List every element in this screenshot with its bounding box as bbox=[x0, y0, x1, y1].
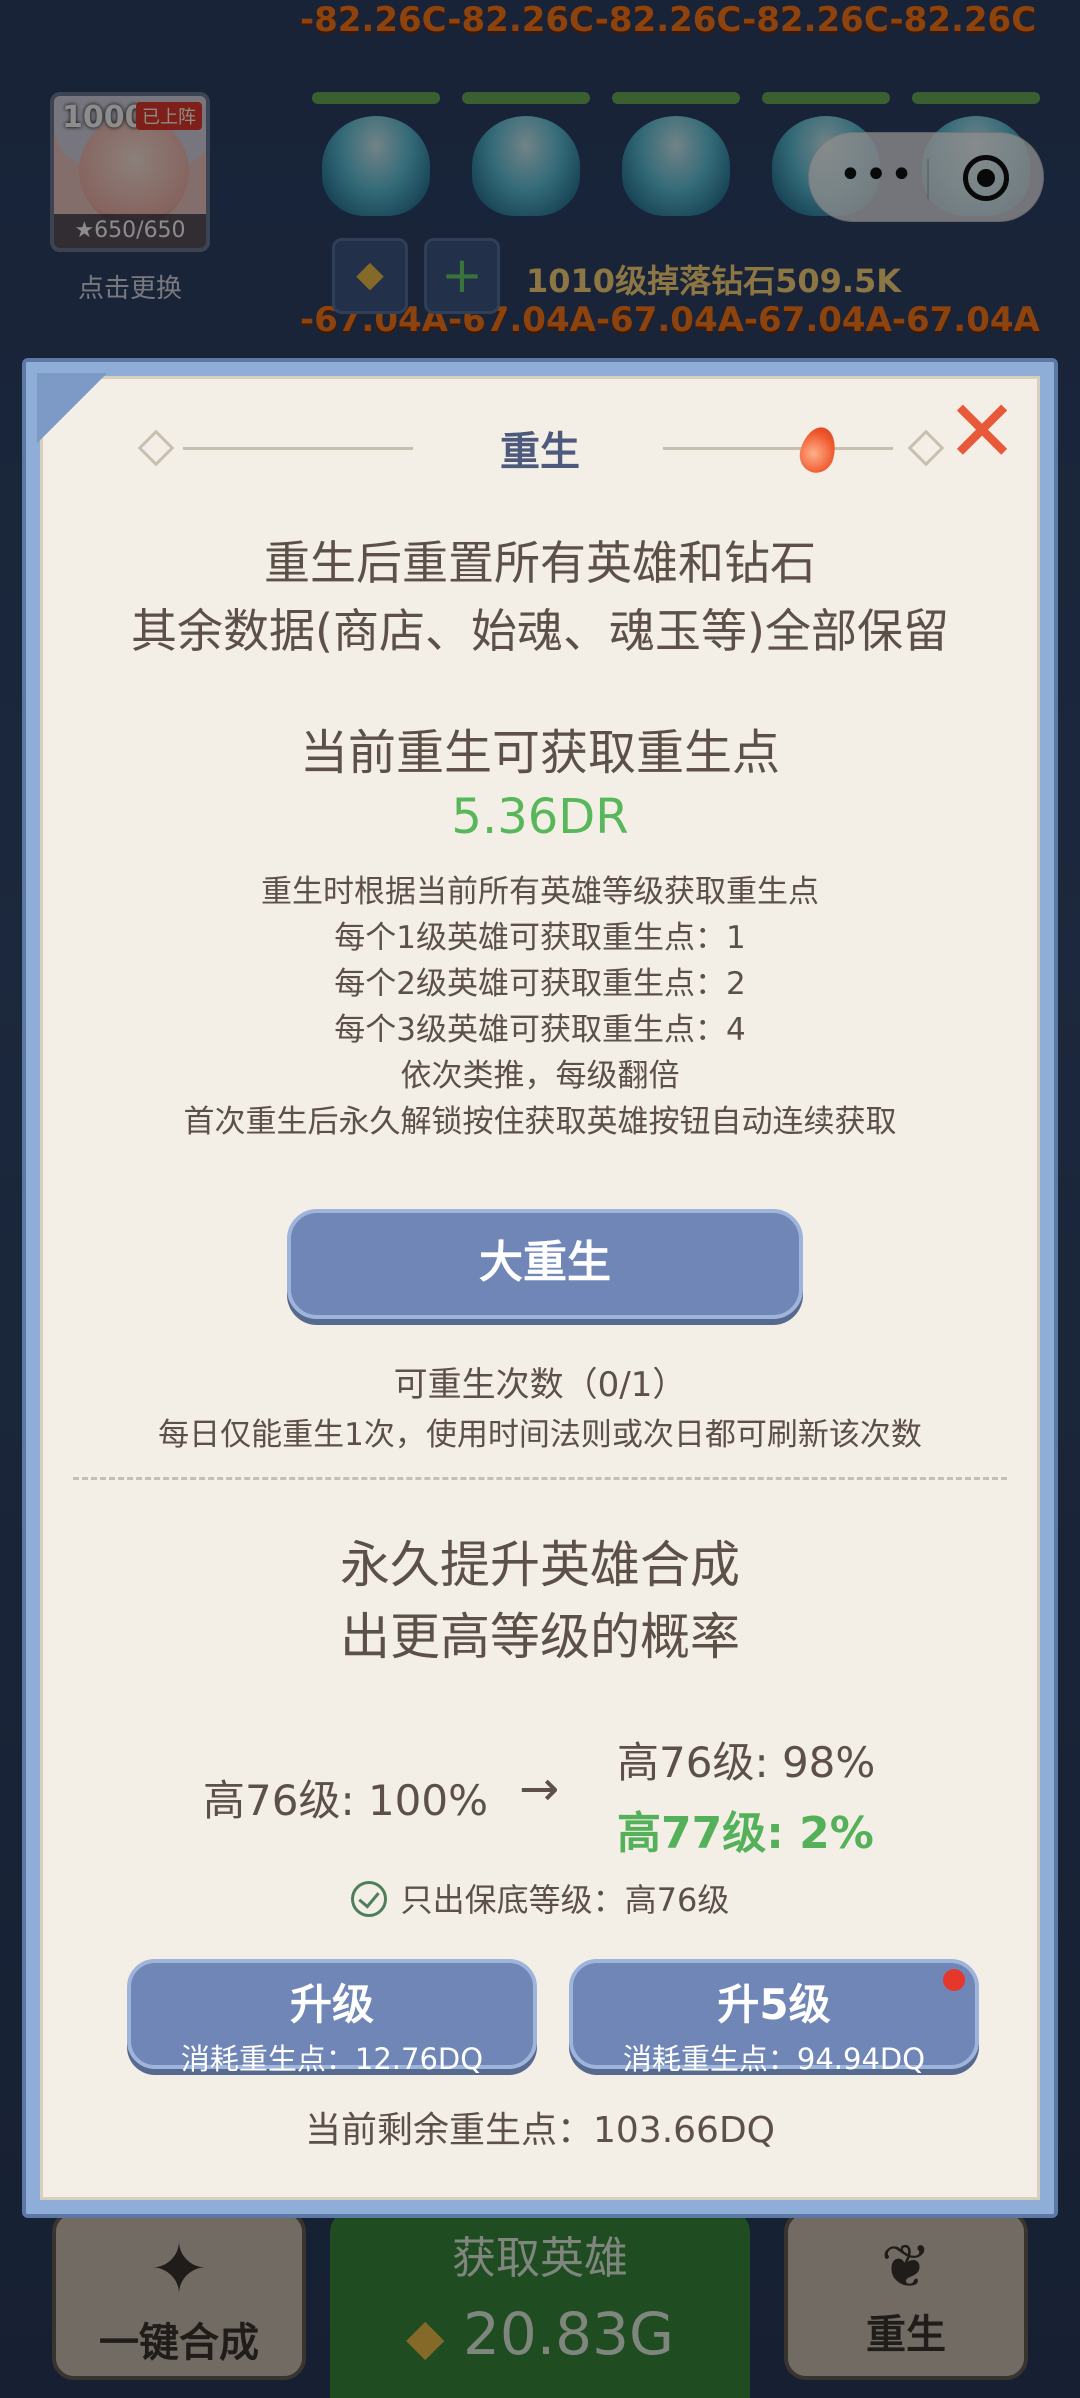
guarantee-toggle[interactable]: 只出保底等级：高76级 bbox=[43, 1875, 1037, 1921]
rule-line: 重生时根据当前所有英雄等级获取重生点 bbox=[261, 874, 819, 910]
perm-title-line-1: 永久提升英雄合成 bbox=[340, 1536, 740, 1594]
rule-line: 每个2级英雄可获取重生点：2 bbox=[334, 966, 746, 1002]
intro-line-2: 其余数据(商店、始魂、魂玉等)全部保留 bbox=[131, 604, 949, 658]
gain-heading: 当前重生可获取重生点 bbox=[299, 725, 780, 781]
rule-line: 每个1级英雄可获取重生点：1 bbox=[334, 920, 746, 956]
rebirth-count: 可重生次数（0/1） bbox=[393, 1365, 687, 1405]
arrow-right-icon: → bbox=[519, 1761, 560, 1817]
notification-dot bbox=[943, 1969, 965, 1991]
divider bbox=[73, 1477, 1007, 1480]
rules-list: 重生时根据当前所有英雄等级获取重生点 每个1级英雄可获取重生点：1 每个2级英雄… bbox=[43, 869, 1037, 1145]
gain-value: 5.36DR bbox=[451, 789, 629, 845]
check-circle-icon[interactable] bbox=[350, 1881, 387, 1917]
daily-hint: 每日仅能重生1次，使用时间法则或次日都可刷新该次数 bbox=[158, 1417, 922, 1453]
rule-line: 首次重生后永久解锁按住获取英雄按钮自动连续获取 bbox=[183, 1104, 897, 1140]
upgrade-button[interactable]: 升级 消耗重生点：12.76DQ bbox=[127, 1959, 537, 2076]
next-probability-2: 高77级: 2% bbox=[617, 1808, 874, 1859]
rebirth-panel: 重生 ✕ 重生后重置所有英雄和钻石 其余数据(商店、始魂、魂玉等)全部保留 当前… bbox=[37, 373, 1040, 2200]
rebirth-dialog: 重生 ✕ 重生后重置所有英雄和钻石 其余数据(商店、始魂、魂玉等)全部保留 当前… bbox=[22, 358, 1058, 2218]
rule-line: 每个3级英雄可获取重生点：4 bbox=[334, 1012, 746, 1048]
guarantee-label: 只出保底等级：高76级 bbox=[400, 1881, 730, 1919]
current-probability: 高76级: 100% bbox=[203, 1776, 489, 1825]
close-button[interactable]: ✕ bbox=[945, 389, 1019, 475]
upgrade-5-button[interactable]: 升5级 消耗重生点：94.94DQ bbox=[569, 1959, 979, 2076]
rule-line: 依次类推，每级翻倍 bbox=[400, 1058, 680, 1094]
big-rebirth-button[interactable]: 大重生 bbox=[287, 1209, 803, 1319]
intro-line-1: 重生后重置所有英雄和钻石 bbox=[264, 536, 816, 590]
next-probability-1: 高76级: 98% bbox=[617, 1738, 876, 1787]
dialog-header: 重生 bbox=[43, 409, 1037, 489]
perm-title-line-2: 出更高等级的概率 bbox=[340, 1608, 740, 1666]
remaining-points: 当前剩余重生点：103.66DQ bbox=[304, 2110, 776, 2151]
